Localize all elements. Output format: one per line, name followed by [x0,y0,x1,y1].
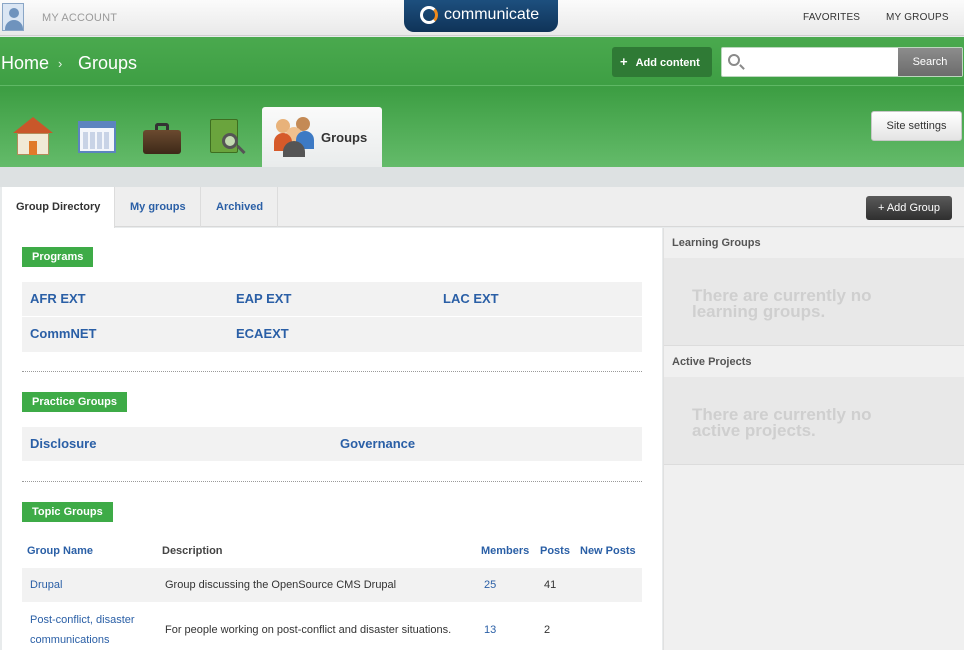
group-members-link[interactable]: 25 [484,579,496,591]
practice-group-link[interactable]: Governance [332,427,415,461]
group-posts: 41 [544,579,557,591]
programs-heading: Programs [22,247,94,267]
column-header-description: Description [162,545,223,557]
group-posts: 2 [544,624,551,636]
search-button[interactable]: Search [898,48,962,76]
topic-groups-heading: Topic Groups [22,502,113,522]
contacts-icon[interactable] [206,117,246,157]
favorites-link[interactable]: FAVORITES [803,12,860,23]
section-header: Home › Groups + Add content Search Groups… [0,37,964,167]
section-divider [22,371,642,372]
site-settings-button[interactable]: Site settings [871,111,962,141]
avatar-icon[interactable] [2,3,24,31]
column-header-group-name[interactable]: Group Name [27,545,93,557]
group-name-link[interactable]: Drupal [30,579,62,591]
tab-archived[interactable]: Archived [202,187,279,227]
plus-icon: + [620,54,628,69]
practice-groups-grid: Disclosure Governance [22,427,642,461]
programs-grid: AFR EXT EAP EXT LAC EXT CommNET ECAEXT [22,282,642,352]
program-link[interactable]: AFR EXT [22,282,86,316]
group-directory: Programs AFR EXT EAP EXT LAC EXT CommNET… [2,228,662,650]
breadcrumb-home[interactable]: Home [1,53,49,74]
search-icon [728,54,740,66]
grid-divider [22,316,642,317]
groups-section-tab[interactable]: Groups [262,107,382,167]
program-link[interactable]: CommNET [22,317,96,351]
top-bar: MY ACCOUNT communicate FAVORITES MY GROU… [0,0,964,36]
tab-bar: Group Directory My groups Archived [2,187,964,228]
learning-groups-heading: Learning Groups [672,237,761,249]
header-divider [0,85,964,86]
table-row: Drupal Group discussing the OpenSource C… [22,568,642,602]
groups-tab-label: Groups [321,130,368,145]
header-spacer [0,167,964,187]
program-link[interactable]: LAC EXT [435,282,499,316]
column-header-posts[interactable]: Posts [540,545,570,557]
program-link[interactable]: EAP EXT [228,282,291,316]
logo-text: communicate [444,6,540,23]
column-header-members[interactable]: Members [481,545,529,557]
groups-icon [274,115,316,157]
practice-group-link[interactable]: Disclosure [22,427,96,461]
logo-mark-icon [420,6,438,24]
learning-groups-empty-message: There are currently no learning groups. [692,286,872,321]
table-row: Post-conflict, disaster communications F… [22,604,642,650]
group-members-link[interactable]: 13 [484,624,496,636]
home-icon[interactable] [13,117,53,157]
add-content-button[interactable]: + Add content [612,47,712,77]
column-header-new-posts[interactable]: New Posts [580,545,636,557]
group-description: For people working on post-conflict and … [165,624,452,636]
active-projects-empty-message: There are currently no active projects. [692,405,872,440]
add-group-button[interactable]: + Add Group [866,196,952,220]
page-title: Groups [78,53,138,73]
my-groups-link[interactable]: MY GROUPS [886,12,949,23]
sidebar: Learning Groups There are currently no l… [663,228,964,650]
breadcrumb-separator: › [58,56,63,71]
section-divider [22,481,642,482]
search-box: Search [721,47,963,77]
briefcase-icon[interactable] [141,117,181,157]
add-content-label: Add content [635,57,700,69]
group-description: Group discussing the OpenSource CMS Drup… [165,579,397,591]
tab-my-groups[interactable]: My groups [116,187,201,227]
program-link[interactable]: ECAEXT [228,317,289,351]
practice-groups-heading: Practice Groups [22,392,127,412]
site-logo[interactable]: communicate [404,0,558,32]
search-input[interactable] [748,52,896,72]
calendar-icon[interactable] [76,117,116,157]
group-name-link[interactable]: Post-conflict, disaster [30,614,135,626]
group-name-link[interactable]: communications [30,634,109,646]
my-account-link[interactable]: MY ACCOUNT [42,12,117,24]
learning-groups-panel: There are currently no learning groups. [664,258,964,346]
active-projects-panel: There are currently no active projects. [664,377,964,465]
tab-group-directory[interactable]: Group Directory [2,187,116,228]
active-projects-heading: Active Projects [672,356,752,368]
